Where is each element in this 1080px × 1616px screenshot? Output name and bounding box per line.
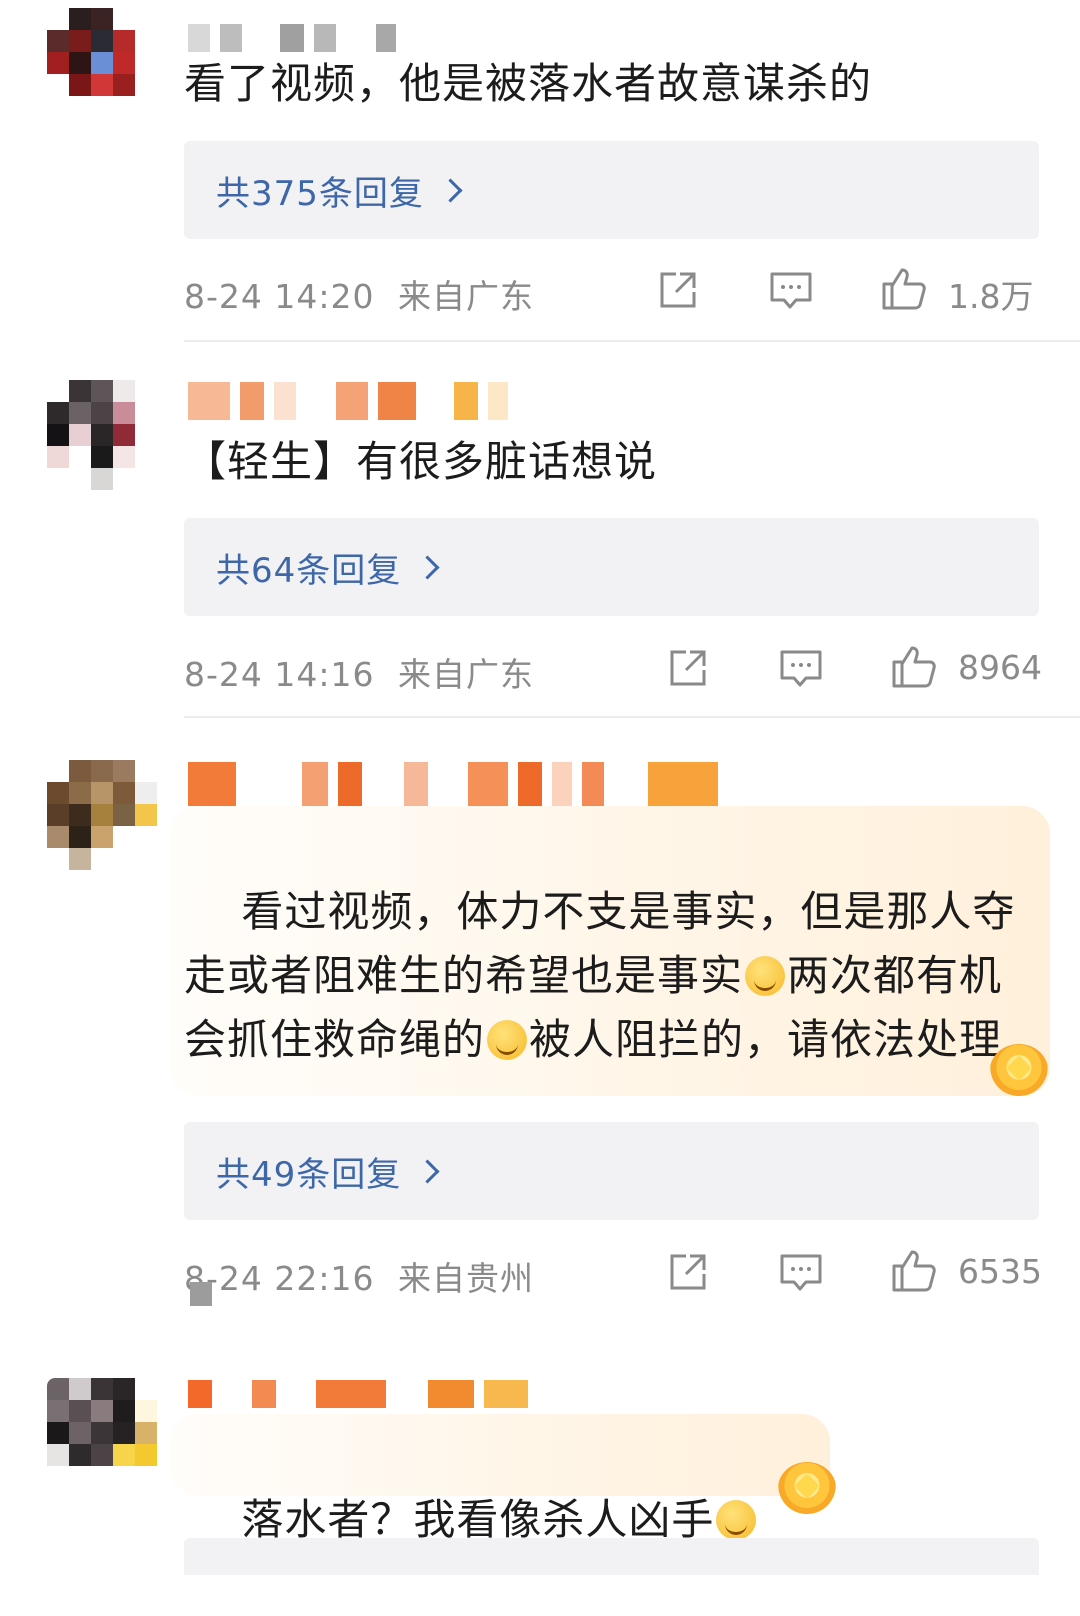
comment-meta: 8-24 14:20 来自广东 (184, 270, 534, 318)
chevron-right-icon (415, 554, 440, 580)
sweat-smile-emoji-icon (716, 1500, 757, 1540)
comment-text: 看过视频，体力不支是事实，但是那人夺走或者阻难生的希望也是事实 两次都有机会抓住救… (184, 816, 1024, 1136)
share-icon[interactable] (666, 646, 710, 690)
like-count: 8964 (958, 648, 1042, 687)
comment-icon[interactable] (778, 648, 824, 690)
comment-meta: 8-24 22:16 来自贵州 (184, 1252, 534, 1300)
reply-count-label: 共64条回复 (216, 550, 402, 591)
comment-time: 8-24 14:20 (184, 277, 375, 316)
comment-text-part: 被人阻拦的，请依法处理 (529, 1015, 1003, 1064)
chevron-right-icon (438, 177, 463, 203)
username[interactable] (188, 1380, 528, 1408)
reply-count-button[interactable]: 共375条回复 (184, 141, 1039, 239)
reply-count-label: 共375条回复 (216, 173, 424, 214)
thumbs-up-icon[interactable] (890, 642, 938, 690)
comment-text: 落水者？我看像杀人凶手 (184, 1424, 1024, 1616)
comment-text: 看了视频，他是被落水者故意谋杀的 (184, 59, 873, 108)
thumbs-up-icon[interactable] (880, 264, 928, 312)
redaction-mark (190, 1282, 212, 1306)
comment-icon[interactable] (778, 1252, 824, 1294)
reply-count-button[interactable]: 共64条回复 (184, 518, 1039, 616)
like-count: 1.8万 (948, 277, 1034, 316)
comment-text-part: 落水者？我看像杀人凶手 (241, 1495, 715, 1544)
comment-time: 8-24 14:16 (184, 655, 375, 694)
chevron-right-icon (415, 1158, 440, 1184)
crying-face-emoji-icon (745, 956, 786, 996)
divider (184, 716, 1080, 718)
divider (184, 340, 1080, 342)
comment-location: 来自广东 (398, 655, 534, 694)
like-count: 6535 (958, 1252, 1042, 1291)
comment-icon[interactable] (768, 270, 814, 312)
comment-location: 来自贵州 (398, 1259, 534, 1298)
username[interactable] (188, 762, 718, 806)
avatar[interactable] (47, 380, 157, 490)
smirk-face-emoji-icon (487, 1020, 528, 1060)
avatar[interactable] (47, 8, 157, 118)
star-badge-icon (990, 1044, 1048, 1096)
username[interactable] (188, 24, 396, 52)
reply-count-button[interactable]: 共49条回复 (184, 1122, 1039, 1220)
reply-count-label: 共49条回复 (216, 1154, 402, 1195)
comment-time: 8-24 22:16 (184, 1259, 375, 1298)
avatar[interactable] (47, 1378, 157, 1488)
share-icon[interactable] (656, 268, 700, 312)
comment-text: 【轻生】有很多脏话想说 (184, 437, 658, 486)
star-badge-icon (778, 1462, 836, 1514)
share-icon[interactable] (666, 1250, 710, 1294)
thumbs-up-icon[interactable] (890, 1246, 938, 1294)
username[interactable] (188, 382, 508, 420)
avatar[interactable] (47, 760, 157, 870)
comment-location: 来自广东 (398, 277, 534, 316)
comment-meta: 8-24 14:16 来自广东 (184, 648, 534, 696)
reply-count-button[interactable] (184, 1538, 1039, 1575)
